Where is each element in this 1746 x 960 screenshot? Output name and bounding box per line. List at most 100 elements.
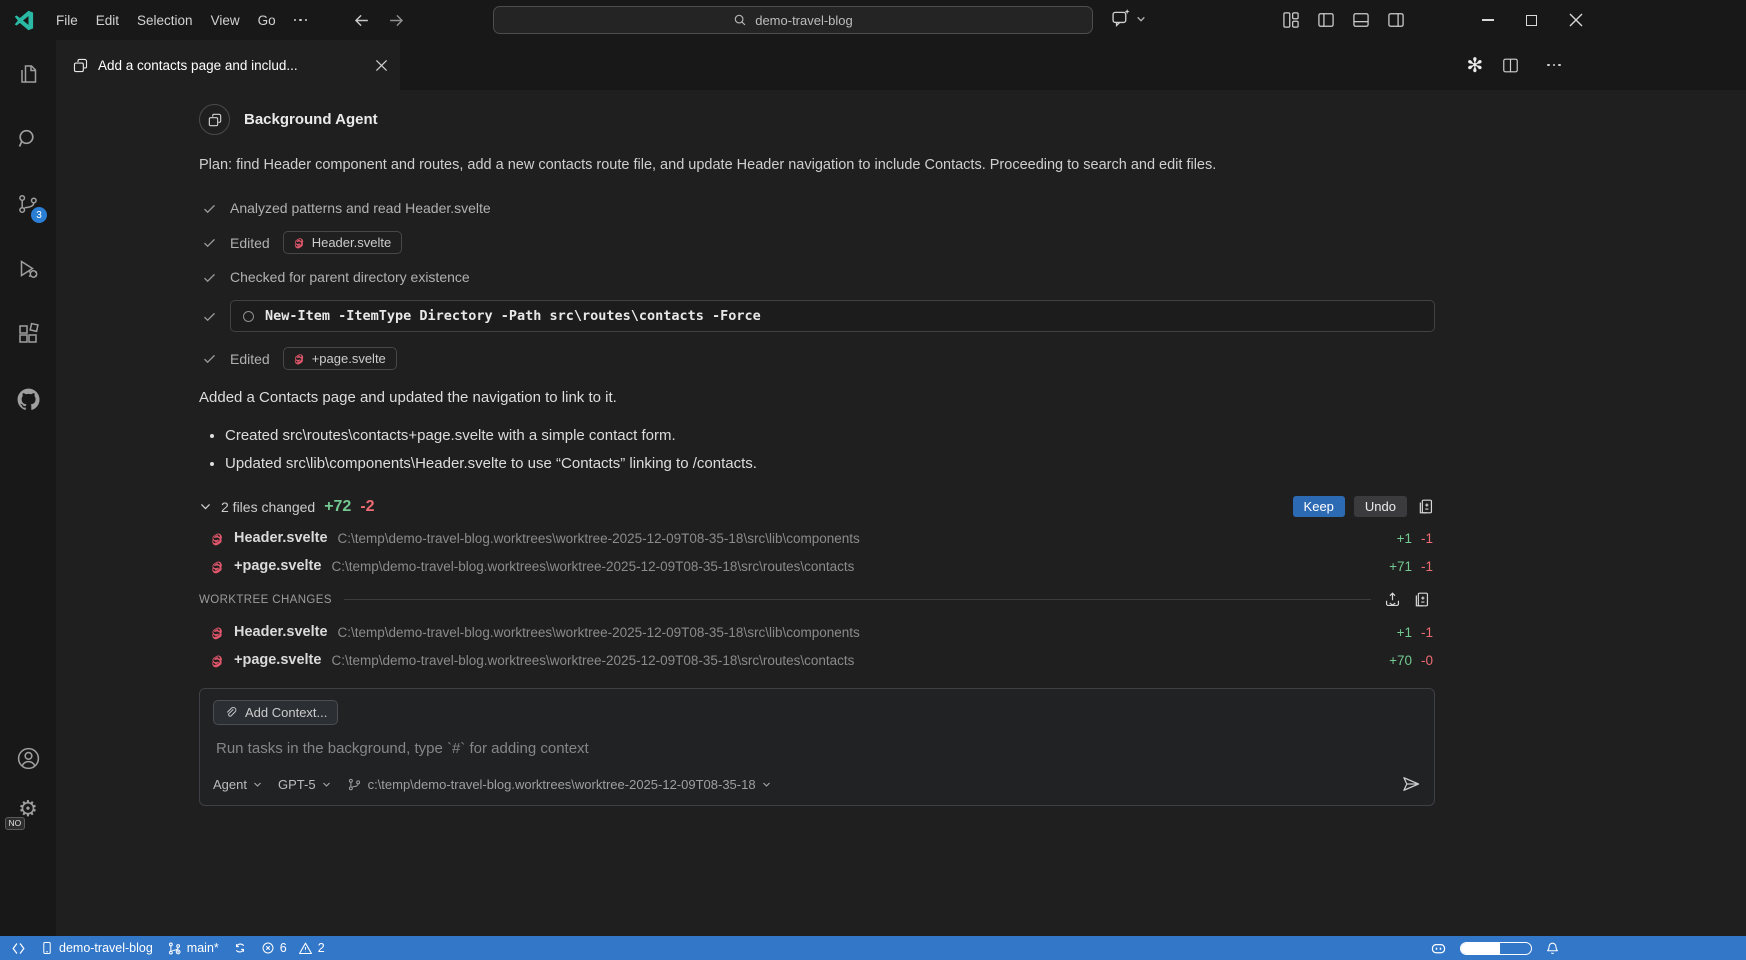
agent-title: Background Agent [244, 111, 378, 128]
customize-layout-icon[interactable] [1281, 10, 1301, 30]
toggle-sidebar-right-icon[interactable] [1386, 10, 1406, 30]
chat-input-box[interactable]: Add Context... Run tasks in the backgrou… [199, 688, 1435, 806]
close-tab-icon[interactable] [375, 59, 388, 72]
run-debug-icon[interactable] [14, 255, 42, 283]
step-text: Edited [230, 235, 270, 251]
vscode-window: File Edit Selection View Go demo-travel-… [0, 0, 1746, 960]
git-branch-icon [167, 941, 182, 956]
title-bar-left: File Edit Selection View Go [12, 0, 406, 40]
chevron-down-icon [322, 780, 331, 789]
editor-group: Add a contacts page and includ... ✻ [56, 40, 1746, 936]
file-name: Header.svelte [234, 530, 328, 546]
close-window-button[interactable] [1569, 13, 1583, 27]
toggle-panel-icon[interactable] [1351, 10, 1371, 30]
plan-text: Plan: find Header component and routes, … [199, 155, 1435, 175]
source-control-icon[interactable]: 3 [14, 190, 42, 218]
chip-label: Header.svelte [312, 235, 392, 250]
changed-file-row[interactable]: +page.svelte C:\temp\demo-travel-blog.wo… [199, 558, 1435, 574]
explorer-icon[interactable] [14, 60, 42, 88]
check-icon [202, 351, 217, 366]
menu-go[interactable]: Go [249, 9, 285, 32]
changed-file-row[interactable]: Header.svelte C:\temp\demo-travel-blog.w… [199, 530, 1435, 546]
sync-icon [233, 941, 247, 955]
tab-label: Add a contacts page and includ... [98, 58, 366, 73]
branch-name: main* [187, 941, 219, 955]
worktree-changes-header: WORKTREE CHANGES [199, 590, 1435, 609]
search-view-icon[interactable] [14, 125, 42, 153]
file-name: +page.svelte [234, 558, 321, 574]
project-indicator[interactable]: demo-travel-blog [33, 936, 160, 960]
tab-strip: Add a contacts page and includ... ✻ [56, 40, 1746, 90]
mode-picker[interactable]: Agent [213, 777, 262, 792]
file-removed: -0 [1421, 653, 1433, 668]
scm-badge: 3 [31, 207, 47, 223]
history-nav [352, 11, 406, 30]
sync-indicator[interactable] [226, 936, 254, 960]
worktree-picker[interactable]: c:\temp\demo-travel-blog.worktrees\workt… [347, 777, 771, 792]
copilot-chat-button[interactable] [1110, 8, 1146, 29]
search-icon [733, 13, 747, 27]
back-arrow-icon[interactable] [352, 11, 371, 30]
title-bar: File Edit Selection View Go demo-travel-… [0, 0, 1746, 40]
editor-actions: ✻ [1466, 40, 1570, 90]
apply-changes-icon[interactable] [1383, 590, 1402, 609]
add-context-button[interactable]: Add Context... [213, 700, 338, 725]
total-added: +72 [324, 498, 351, 516]
accounts-icon[interactable] [14, 744, 42, 772]
split-editor-icon[interactable] [1501, 56, 1520, 75]
chevron-down-icon [1136, 14, 1146, 24]
file-chip-header-svelte[interactable]: Header.svelte [283, 231, 403, 254]
svelte-icon [209, 531, 224, 546]
add-context-label: Add Context... [245, 705, 327, 720]
model-picker[interactable]: GPT-5 [278, 777, 331, 792]
send-icon [1401, 774, 1421, 794]
check-icon [202, 270, 217, 285]
worktree-changes-label: WORKTREE CHANGES [199, 594, 332, 606]
branch-indicator[interactable]: main* [160, 936, 226, 960]
menu-view[interactable]: View [202, 9, 249, 32]
extensions-icon[interactable] [14, 320, 42, 348]
github-icon[interactable] [14, 385, 42, 413]
copilot-status-icon[interactable] [1430, 940, 1447, 957]
minimize-button[interactable] [1482, 19, 1494, 21]
files-changed-header[interactable]: 2 files changed +72 -2 Keep Undo [199, 496, 1435, 517]
chat-input-placeholder[interactable]: Run tasks in the background, type `#` fo… [216, 740, 1418, 757]
forward-arrow-icon[interactable] [387, 11, 406, 30]
maximize-button[interactable] [1526, 15, 1537, 26]
step-edited-page: Edited +page.svelte [199, 347, 1435, 370]
menu-more-icon[interactable] [285, 13, 317, 28]
keep-button[interactable]: Keep [1293, 496, 1345, 517]
settings-gear-icon[interactable]: ⚙ NO [14, 796, 42, 824]
menu-file[interactable]: File [47, 9, 87, 32]
menu-selection[interactable]: Selection [128, 9, 202, 32]
file-chip-page-svelte[interactable]: +page.svelte [283, 347, 397, 370]
problems-indicator[interactable]: 6 2 [254, 936, 332, 960]
view-all-changes-icon[interactable] [1416, 497, 1435, 516]
menu-edit[interactable]: Edit [87, 9, 128, 32]
command-center-search[interactable]: demo-travel-blog [493, 6, 1093, 34]
file-path: C:\temp\demo-travel-blog.worktrees\workt… [331, 653, 1379, 668]
toggle-sidebar-left-icon[interactable] [1316, 10, 1336, 30]
remote-icon [11, 941, 26, 956]
undo-button[interactable]: Undo [1354, 496, 1407, 517]
worktree-file-row[interactable]: Header.svelte C:\temp\demo-travel-blog.w… [199, 624, 1435, 640]
send-button[interactable] [1401, 774, 1421, 794]
check-icon [202, 309, 217, 324]
more-actions-icon[interactable] [1538, 58, 1570, 73]
worktree-file-row[interactable]: +page.svelte C:\temp\demo-travel-blog.wo… [199, 652, 1435, 668]
bullet-item: Updated src\lib\components\Header.svelte… [225, 455, 1435, 472]
chevron-down-icon [199, 500, 212, 513]
tab-background-agent[interactable]: Add a contacts page and includ... [56, 40, 400, 90]
diff-files-icon[interactable] [1412, 590, 1431, 609]
terminal-command-box[interactable]: New-Item -ItemType Directory -Path src\r… [230, 300, 1435, 332]
remote-indicator[interactable] [4, 936, 33, 960]
step-text: Edited [230, 351, 270, 367]
status-bar: demo-travel-blog main* 6 2 [0, 936, 1746, 960]
svelte-icon [209, 653, 224, 668]
openai-logo-icon[interactable]: ✻ [1466, 55, 1483, 75]
error-icon [261, 941, 275, 955]
notifications-bell-icon[interactable] [1545, 941, 1560, 956]
step-text: Analyzed patterns and read Header.svelte [230, 200, 491, 216]
chevron-down-icon [762, 780, 771, 789]
window-controls [1482, 0, 1583, 40]
